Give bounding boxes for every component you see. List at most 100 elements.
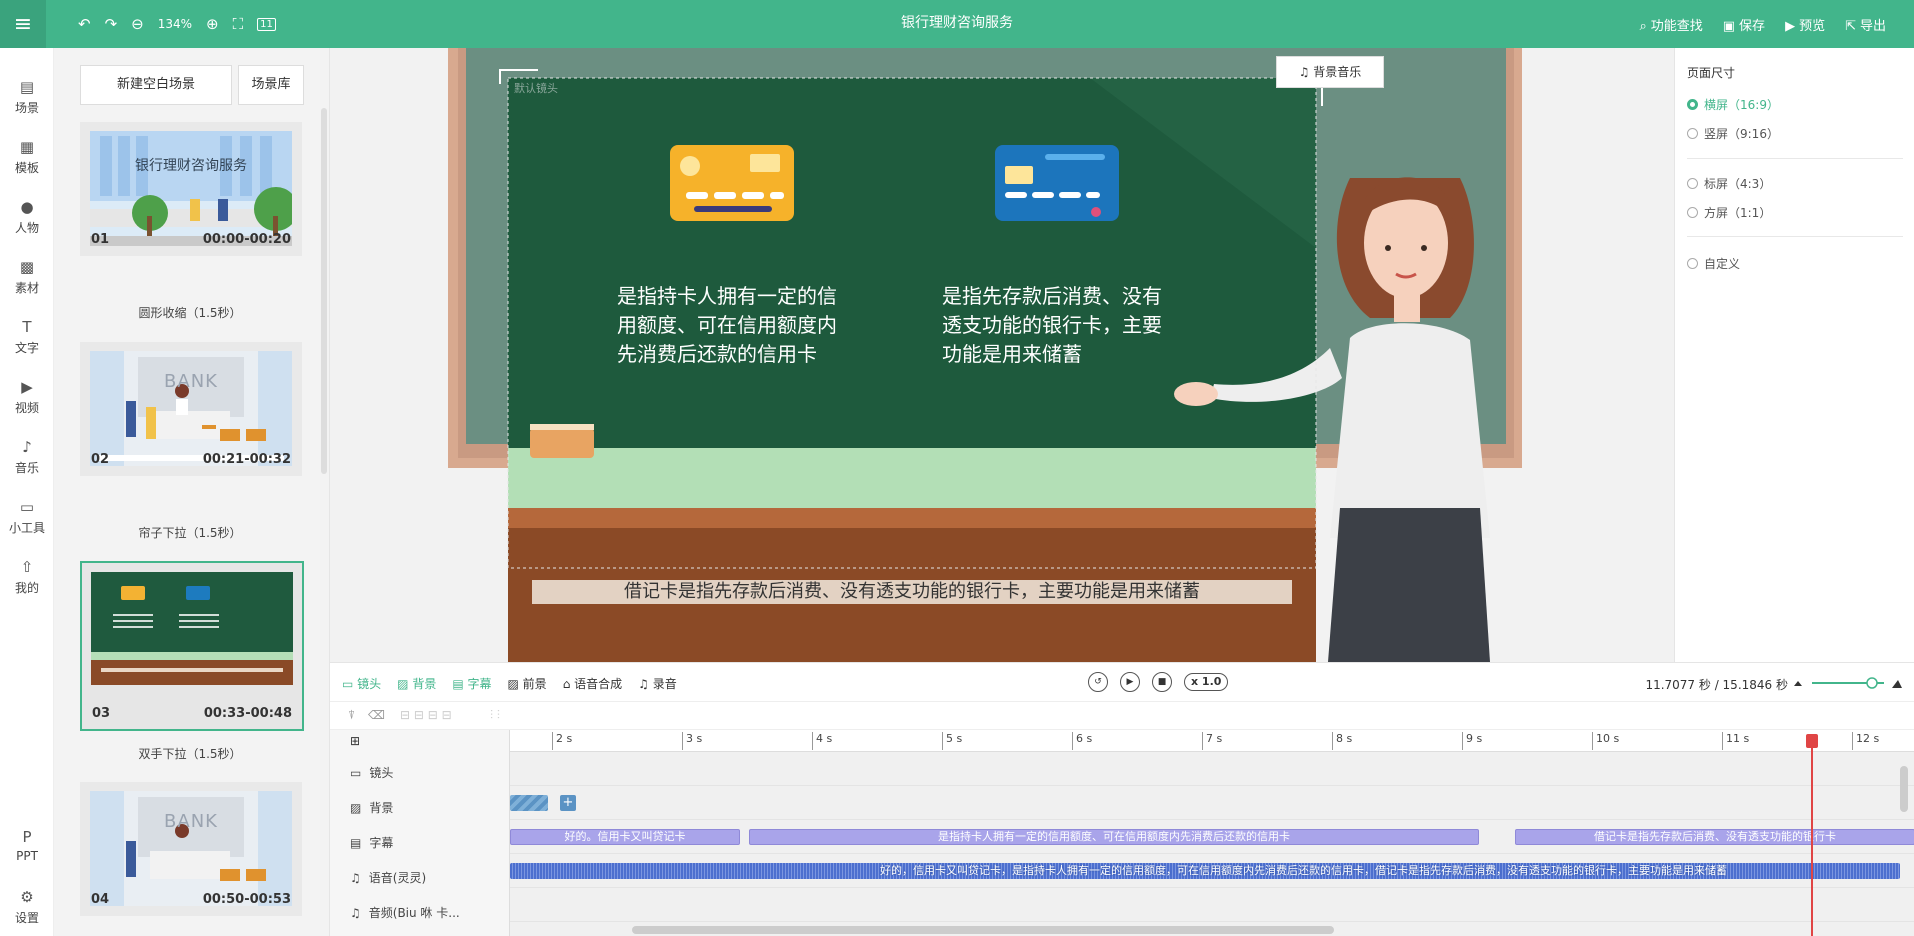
option-label: 竖屏（9:16）	[1704, 127, 1779, 141]
sidebar-item-settings[interactable]: ⚙ 设置	[0, 888, 54, 926]
menu-icon[interactable]: ≡	[0, 0, 46, 48]
option-landscape[interactable]: 横屏（16:9）	[1687, 96, 1779, 113]
scene-thumbnail: BANK	[90, 791, 292, 906]
playback-controls: ↺ ▶ ■ x 1.0	[1088, 672, 1229, 692]
undo-icon[interactable]: ↶	[78, 15, 91, 33]
sidebar-item-mine[interactable]: ⇧ 我的	[0, 558, 54, 596]
timeline-hscrollbar[interactable]	[632, 926, 1334, 934]
scene-card-04[interactable]: BANK 04 00:50-00:53	[80, 782, 302, 916]
add-background-button[interactable]: +	[560, 795, 576, 811]
option-custom[interactable]: 自定义	[1687, 255, 1740, 272]
canvas-stage[interactable]: 默认镜头 ♫ 背景音乐 是指持卡人拥有一定的信用额度、可在信用额度内先消费后还款…	[330, 48, 1674, 662]
delete-icon[interactable]: ⌫	[368, 708, 385, 722]
speed-button[interactable]: x 1.0	[1184, 673, 1229, 691]
toolbox-icon: ▭	[19, 498, 35, 516]
sidebar-item-label: 场景	[14, 101, 39, 115]
sidebar-item-text[interactable]: T 文字	[0, 318, 54, 356]
tab-background[interactable]: ▨ 背景	[397, 675, 436, 692]
toolbar-tools: ↶ ↷ ⊖ 134% ⊕ ⛶ 11	[78, 0, 276, 48]
track-audio[interactable]	[510, 888, 1914, 922]
split-icons[interactable]: ⫶ ⫶	[490, 708, 500, 723]
tab-subtitle[interactable]: ▤ 字幕	[452, 675, 491, 692]
scene-card-03[interactable]: 03 00:33-00:48	[80, 561, 304, 731]
scene-card-02[interactable]: BANK 02 00:21-00:32	[80, 342, 302, 476]
scene-panel: 新建空白场景 场景库 银行理财咨询服务 01 00:00-00:20 圆形收缩（…	[54, 48, 330, 936]
tick-label: 5 s	[942, 732, 962, 750]
track-layout-icon[interactable]: ⊞	[350, 734, 360, 748]
sidebar-item-material[interactable]: ▩ 素材	[0, 258, 54, 296]
tab-tts[interactable]: ⌂ 语音合成	[563, 675, 622, 692]
file-icon: ▤	[19, 78, 35, 96]
scene-card-01[interactable]: 银行理财咨询服务 01 00:00-00:20	[80, 122, 302, 256]
music-note-icon: ♫	[1298, 65, 1314, 79]
option-label: 方屏（1:1）	[1704, 206, 1772, 220]
sidebar-item-scene[interactable]: ▤ 场景	[0, 78, 54, 116]
thumb-title: 银行理财咨询服务	[135, 158, 247, 174]
scene-number: 03	[92, 706, 111, 721]
redo-icon[interactable]: ↷	[105, 15, 118, 33]
track-subtitle-label: ▤ 字幕	[350, 835, 394, 851]
stop-icon[interactable]: ■	[1152, 672, 1172, 692]
track-voice[interactable]: 好的，信用卡又叫贷记卡，是指持卡人拥有一定的信用额度，可在信用额度内先消费后还款…	[510, 854, 1914, 888]
text-credit-card[interactable]: 是指持卡人拥有一定的信用额度、可在信用额度内先消费后还款的信用卡	[617, 282, 849, 369]
align-icons[interactable]: ⊟ ⊟ ⊟ ⊟	[400, 708, 452, 722]
playhead-handle[interactable]	[1806, 734, 1818, 748]
option-square[interactable]: 方屏（1:1）	[1687, 204, 1771, 221]
tab-record[interactable]: ♫ 录音	[638, 675, 677, 692]
fit-screen-icon[interactable]: ⛶	[233, 15, 244, 33]
tab-foreground[interactable]: ▨ 前景	[508, 675, 547, 692]
track-label: 背景	[369, 801, 394, 815]
sidebar-item-music[interactable]: ♪ 音乐	[0, 438, 54, 476]
left-sidebar: ▤ 场景 ▦ 模板 ● 人物 ▩ 素材 T 文字 ▶ 视频 ♪ 音乐 ▭ 小工具 ⇧ 我的 P PP…	[0, 48, 54, 936]
video-icon: ▶	[21, 378, 33, 396]
radio-icon	[1687, 128, 1698, 139]
new-blank-scene-button[interactable]: 新建空白场景	[80, 65, 232, 105]
actual-size-icon[interactable]: 11	[257, 17, 276, 31]
track-camera[interactable]	[510, 752, 1914, 786]
zoom-out-icon[interactable]: ⊖	[131, 15, 144, 33]
sidebar-item-video[interactable]: ▶ 视频	[0, 378, 54, 416]
subtitle-clip[interactable]: 是指持卡人拥有一定的信用额度、可在信用额度内先消费后还款的信用卡	[749, 829, 1479, 845]
preview-label: 预览	[1799, 18, 1826, 34]
sidebar-item-toolbox[interactable]: ▭ 小工具	[0, 498, 54, 536]
preview-button[interactable]: ▶ 预览	[1785, 15, 1825, 34]
export-button[interactable]: ⇱ 导出	[1845, 15, 1886, 34]
play-icon[interactable]: ▶	[1120, 672, 1140, 692]
sidebar-item-person[interactable]: ● 人物	[0, 198, 54, 236]
settings-icon: ⚙	[20, 888, 34, 906]
option-standard[interactable]: 标屏（4:3）	[1687, 175, 1771, 192]
sidebar-item-ppt[interactable]: P PPT	[0, 828, 54, 863]
subtitle-clip[interactable]: 借记卡是指先存款后消费、没有透支功能的银行卡	[1515, 829, 1914, 845]
scene-scrollbar[interactable]	[321, 108, 327, 474]
subtitle-clip[interactable]: 好的。信用卡又叫贷记卡	[510, 829, 740, 845]
scene-library-button[interactable]: 场景库	[238, 65, 304, 105]
background-clip[interactable]	[510, 795, 548, 811]
blackboard-thumbnail	[91, 572, 293, 685]
search-feature-button[interactable]: ⌕ 功能查找	[1639, 15, 1702, 34]
scene-transition[interactable]: 帘子下拉（1.5秒）	[80, 524, 300, 541]
timeline-zoom-slider[interactable]	[1792, 676, 1902, 690]
timeline-vscrollbar[interactable]	[1900, 766, 1908, 812]
option-portrait[interactable]: 竖屏（9:16）	[1687, 125, 1779, 142]
zoom-in-icon[interactable]: ⊕	[206, 15, 219, 33]
timeline-tracks[interactable]: 2 s 3 s 4 s 5 s 6 s 7 s 8 s 9 s 10 s 11 …	[510, 730, 1914, 936]
top-actions: ⌕ 功能查找 ▣ 保存 ▶ 预览 ⇱ 导出	[1639, 0, 1886, 48]
tab-camera[interactable]: ▭ 镜头	[342, 675, 381, 692]
tab-label: 前景	[522, 677, 547, 691]
scene-transition[interactable]: 双手下拉（1.5秒）	[80, 745, 300, 762]
bg-music-button[interactable]: ♫ 背景音乐	[1276, 56, 1384, 88]
save-button[interactable]: ▣ 保存	[1723, 15, 1765, 34]
text-debit-card[interactable]: 是指先存款后消费、没有透支功能的银行卡，主要功能是用来储蓄	[942, 282, 1174, 369]
filter-icon[interactable]: ⍒	[348, 708, 355, 723]
option-label: 标屏（4:3）	[1704, 177, 1772, 191]
divider	[1687, 236, 1903, 237]
voice-clip[interactable]: 好的，信用卡又叫贷记卡，是指持卡人拥有一定的信用额度，可在信用额度内先消费后还款…	[510, 863, 1900, 879]
export-label: 导出	[1859, 18, 1886, 34]
subtitle-text[interactable]: 借记卡是指先存款后消费、没有透支功能的银行卡，主要功能是用来储蓄	[532, 580, 1292, 604]
scene-transition[interactable]: 圆形收缩（1.5秒）	[80, 304, 300, 321]
playhead[interactable]	[1811, 736, 1813, 936]
track-background[interactable]: +	[510, 786, 1914, 820]
track-subtitle[interactable]: 好的。信用卡又叫贷记卡 是指持卡人拥有一定的信用额度、可在信用额度内先消费后还款…	[510, 820, 1914, 854]
replay-icon[interactable]: ↺	[1088, 672, 1108, 692]
sidebar-item-template[interactable]: ▦ 模板	[0, 138, 54, 176]
